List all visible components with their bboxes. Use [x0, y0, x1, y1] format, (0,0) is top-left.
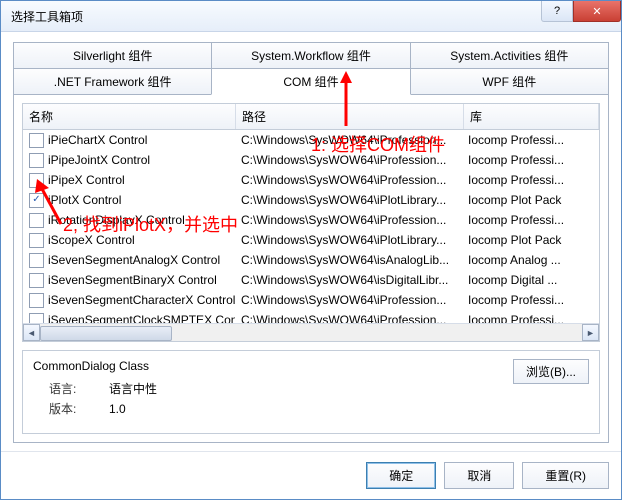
item-lib: Iocomp Professi...	[462, 210, 599, 230]
tab-Silverlight-组件[interactable]: Silverlight 组件	[13, 42, 212, 69]
item-lib: Iocomp Professi...	[462, 290, 599, 310]
value-language: 语言中性	[109, 379, 157, 399]
item-name: iPipeX Control	[48, 170, 125, 190]
help-button[interactable]: ?	[541, 1, 573, 22]
dialog-window: 选择工具箱项 ? ✕ Silverlight 组件System.Workflow…	[0, 0, 622, 500]
dialog-footer: 确定 取消 重置(R)	[1, 451, 621, 499]
item-path: C:\Windows\SysWOW64\iPlotLibrary...	[235, 230, 462, 250]
details-class-title: CommonDialog Class	[33, 359, 589, 373]
label-language: 语言:	[49, 379, 109, 399]
col-header-path[interactable]: 路径	[236, 104, 464, 129]
list-item[interactable]: iPlotX Control C:\Windows\SysWOW64\iPlotL…	[23, 190, 599, 210]
checkbox[interactable]	[29, 193, 44, 208]
details-group: CommonDialog Class 语言: 语言中性 版本: 1.0 浏览(B…	[22, 350, 600, 434]
item-name: iScopeX Control	[48, 230, 135, 250]
item-lib: Iocomp Digital ...	[462, 270, 599, 290]
label-version: 版本:	[49, 399, 109, 419]
scroll-right-arrow[interactable]: ►	[582, 324, 599, 341]
window-buttons: ? ✕	[541, 1, 621, 22]
horizontal-scrollbar[interactable]: ◄ ►	[23, 323, 599, 341]
list-item[interactable]: iPipeX Control C:\Windows\SysWOW64\iProfe…	[23, 170, 599, 190]
item-name: iSevenSegmentCharacterX Control	[48, 290, 235, 310]
item-lib: Iocomp Analog ...	[462, 250, 599, 270]
item-lib: Iocomp Professi...	[462, 130, 599, 150]
tab-System.Activities-组件[interactable]: System.Activities 组件	[410, 42, 609, 69]
item-lib: Iocomp Professi...	[462, 170, 599, 190]
tab-COM-组件[interactable]: COM 组件	[211, 69, 410, 95]
tab-.NET-Framework-组件[interactable]: .NET Framework 组件	[13, 69, 212, 95]
list-item[interactable]: iSevenSegmentClockSMPTEX Cont...C:\Windo…	[23, 310, 599, 323]
item-lib: Iocomp Plot Pack	[462, 230, 599, 250]
item-lib: Iocomp Professi...	[462, 310, 599, 323]
list-item[interactable]: iScopeX Control C:\Windows\SysWOW64\iPlot…	[23, 230, 599, 250]
checkbox[interactable]	[29, 293, 44, 308]
window-title: 选择工具箱项	[11, 8, 83, 25]
item-path: C:\Windows\SysWOW64\iProfession...	[235, 170, 462, 190]
list-item[interactable]: iSevenSegmentAnalogX Control C:\Windows\S…	[23, 250, 599, 270]
reset-button[interactable]: 重置(R)	[522, 462, 609, 489]
list-item[interactable]: iRotationDisplayX Control C:\Windows\SysW…	[23, 210, 599, 230]
scroll-left-arrow[interactable]: ◄	[23, 324, 40, 341]
scroll-thumb[interactable]	[40, 326, 172, 341]
item-lib: Iocomp Plot Pack	[462, 190, 599, 210]
list-item[interactable]: iPipeJointX Control C:\Windows\SysWOW64\i…	[23, 150, 599, 170]
close-button[interactable]: ✕	[573, 1, 621, 22]
col-header-name[interactable]: 名称	[23, 104, 236, 129]
cancel-button[interactable]: 取消	[444, 462, 514, 489]
checkbox[interactable]	[29, 273, 44, 288]
item-name: iSevenSegmentAnalogX Control	[48, 250, 220, 270]
col-header-lib[interactable]: 库	[464, 104, 599, 129]
item-path: C:\Windows\SysWOW64\isDigitalLibr...	[235, 270, 462, 290]
checkbox[interactable]	[29, 133, 44, 148]
list-item[interactable]: iPieChartX Control C:\Windows\SysWOW64\iP…	[23, 130, 599, 150]
value-version: 1.0	[109, 399, 126, 419]
checkbox[interactable]	[29, 313, 44, 324]
titlebar: 选择工具箱项 ? ✕	[1, 1, 621, 32]
list-item[interactable]: iSevenSegmentBinaryX Control C:\Windows\S…	[23, 270, 599, 290]
item-name: iPieChartX Control	[48, 130, 147, 150]
item-path: C:\Windows\SysWOW64\iProfession...	[235, 150, 462, 170]
item-name: iSevenSegmentClockSMPTEX Cont...	[48, 310, 235, 323]
tab-strip: Silverlight 组件System.Workflow 组件System.A…	[13, 42, 609, 95]
checkbox[interactable]	[29, 253, 44, 268]
tab-WPF-组件[interactable]: WPF 组件	[410, 69, 609, 95]
item-name: iPlotX Control	[48, 190, 121, 210]
item-name: iPipeJointX Control	[48, 150, 150, 170]
checkbox[interactable]	[29, 233, 44, 248]
checkbox[interactable]	[29, 173, 44, 188]
list-header: 名称 路径 库	[23, 104, 599, 130]
checkbox[interactable]	[29, 213, 44, 228]
list-body[interactable]: iPieChartX Control C:\Windows\SysWOW64\iP…	[23, 130, 599, 323]
list-item[interactable]: iSevenSegmentCharacterX ControlC:\Window…	[23, 290, 599, 310]
checkbox[interactable]	[29, 153, 44, 168]
item-path: C:\Windows\SysWOW64\isAnalogLib...	[235, 250, 462, 270]
item-path: C:\Windows\SysWOW64\iProfession...	[235, 290, 462, 310]
item-name: iRotationDisplayX Control	[48, 210, 185, 230]
content-area: Silverlight 组件System.Workflow 组件System.A…	[1, 32, 621, 451]
item-path: C:\Windows\SysWOW64\iProfession...	[235, 130, 462, 150]
component-list: 名称 路径 库 iPieChartX Control C:\Windows\Sys…	[22, 103, 600, 342]
item-path: C:\Windows\SysWOW64\iProfession...	[235, 210, 462, 230]
tab-System.Workflow-组件[interactable]: System.Workflow 组件	[211, 42, 410, 69]
item-lib: Iocomp Professi...	[462, 150, 599, 170]
ok-button[interactable]: 确定	[366, 462, 436, 489]
item-name: iSevenSegmentBinaryX Control	[48, 270, 217, 290]
browse-button[interactable]: 浏览(B)...	[513, 359, 589, 384]
item-path: C:\Windows\SysWOW64\iPlotLibrary...	[235, 190, 462, 210]
item-path: C:\Windows\SysWOW64\iProfession...	[235, 310, 462, 323]
tab-panel: 名称 路径 库 iPieChartX Control C:\Windows\Sys…	[13, 95, 609, 443]
